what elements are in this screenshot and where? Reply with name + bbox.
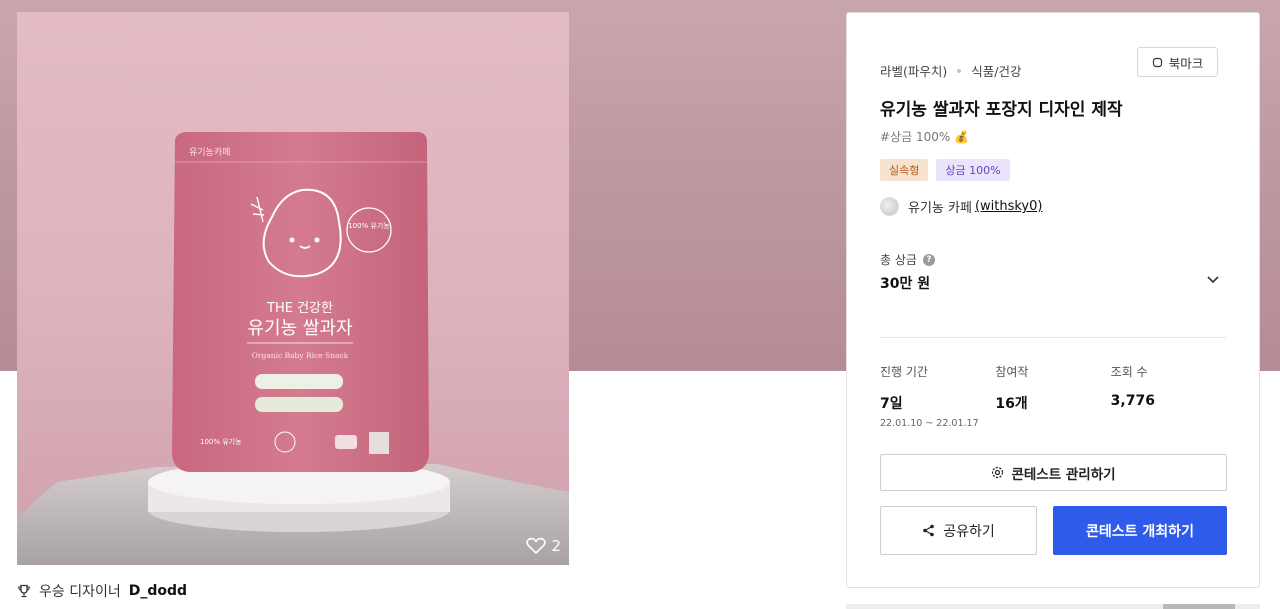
hashtag-text: #상금 100% bbox=[880, 130, 951, 144]
page-title: 유기농 쌀과자 포장지 디자인 제작 bbox=[880, 100, 1123, 120]
subcategory-link[interactable]: 식품/건강 bbox=[971, 61, 1021, 80]
chevron-down-icon bbox=[1207, 275, 1219, 283]
host-contest-button[interactable]: 콘테스트 개최하기 bbox=[1053, 506, 1227, 555]
gear-icon bbox=[992, 466, 1004, 479]
views-label: 조회 수 bbox=[1110, 365, 1148, 379]
svg-text:THE 건강한: THE 건강한 bbox=[266, 301, 333, 316]
winner-label: 우승 디자이너 bbox=[39, 584, 121, 600]
divider bbox=[880, 337, 1226, 338]
badge-group: 실속형 상금 100% bbox=[880, 159, 1010, 181]
entries-value: 16개 bbox=[995, 396, 1028, 412]
heart-icon bbox=[526, 537, 547, 555]
like-count: 2 bbox=[551, 537, 561, 555]
contest-stats: 진행 기간 7일 22.01.10 ~ 22.01.17 참여작 16개 조회 … bbox=[880, 363, 1226, 429]
hashtag: #상금 100% 💰 bbox=[880, 128, 969, 145]
svg-text:100% 유기농: 100% 유기농 bbox=[348, 221, 390, 230]
svg-text:유기농카페: 유기농카페 bbox=[189, 147, 230, 158]
avatar bbox=[880, 197, 899, 216]
total-prize-text: 총 상금 bbox=[880, 253, 917, 267]
svg-text:유기농 쌀과자: 유기농 쌀과자 bbox=[247, 318, 353, 339]
manage-contest-button[interactable]: 콘테스트 관리하기 bbox=[880, 454, 1227, 491]
like-counter[interactable]: 2 bbox=[526, 537, 561, 555]
stat-entries: 참여작 16개 bbox=[995, 363, 1110, 429]
bookmark-label: 북마크 bbox=[1168, 55, 1204, 71]
total-prize-value: 30만 원 bbox=[880, 276, 931, 292]
winner-designer: 우승 디자이너 D_dodd bbox=[17, 581, 187, 601]
bookmark-button[interactable]: 북마크 bbox=[1137, 47, 1218, 77]
period-label: 진행 기간 bbox=[880, 365, 928, 379]
host-info[interactable]: 유기농 카페 (withsky0) bbox=[880, 197, 1042, 216]
host-handle[interactable]: (withsky0) bbox=[975, 199, 1043, 214]
winner-name[interactable]: D_dodd bbox=[129, 583, 187, 599]
bookmark-icon bbox=[1152, 57, 1162, 67]
help-icon[interactable]: ? bbox=[922, 253, 935, 266]
share-button[interactable]: 공유하기 bbox=[880, 506, 1037, 555]
breadcrumb-separator bbox=[957, 68, 962, 73]
stat-views: 조회 수 3,776 bbox=[1111, 363, 1226, 429]
contest-info-card: 라벨(파우치) 식품/건강 북마크 유기농 쌀과자 포장지 디자인 제작 #상금… bbox=[846, 12, 1260, 588]
money-bag-icon: 💰 bbox=[954, 129, 970, 144]
pouch-illustration: 100% 유기농 유기농카페 THE 건강한 유기농 쌀과자 Organic B… bbox=[17, 132, 569, 565]
trophy-icon bbox=[18, 584, 30, 598]
prize-badge: 상금 100% bbox=[936, 159, 1010, 181]
svg-text:Organic Baby Rice Snack: Organic Baby Rice Snack bbox=[252, 351, 349, 360]
manage-contest-label: 콘테스트 관리하기 bbox=[1011, 466, 1116, 483]
prize-expand-toggle[interactable] bbox=[1203, 269, 1223, 289]
period-value: 7일 bbox=[880, 396, 903, 412]
product-image[interactable]: 100% 유기농 유기농카페 THE 건강한 유기농 쌀과자 Organic B… bbox=[17, 12, 569, 565]
share-icon bbox=[923, 524, 935, 537]
share-label: 공유하기 bbox=[943, 523, 995, 540]
entries-label: 참여작 bbox=[995, 365, 1029, 379]
svg-text:100% 유기농: 100% 유기농 bbox=[200, 437, 242, 446]
contest-type-badge: 실속형 bbox=[880, 159, 929, 181]
host-name: 유기농 카페 bbox=[908, 201, 972, 216]
total-prize-label: 총 상금 ? bbox=[880, 251, 935, 268]
views-value: 3,776 bbox=[1110, 393, 1155, 409]
category-link[interactable]: 라벨(파우치) bbox=[880, 61, 947, 80]
host-contest-label: 콘테스트 개최하기 bbox=[1086, 523, 1194, 540]
breadcrumb: 라벨(파우치) 식품/건강 bbox=[880, 61, 1021, 80]
period-range: 22.01.10 ~ 22.01.17 bbox=[880, 418, 979, 429]
next-section-thumbnail bbox=[1163, 604, 1235, 609]
stat-period: 진행 기간 7일 22.01.10 ~ 22.01.17 bbox=[880, 363, 995, 429]
